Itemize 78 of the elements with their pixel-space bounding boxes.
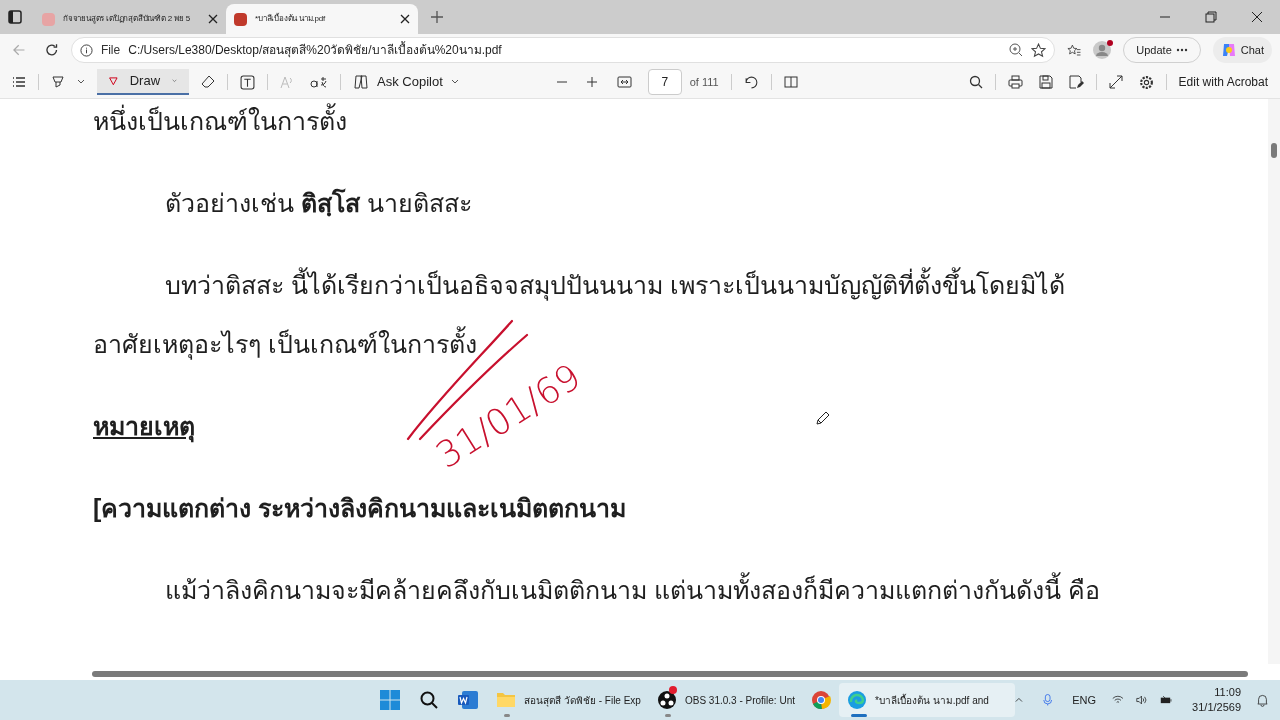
microphone-icon[interactable] [1042, 692, 1053, 708]
info-icon [79, 43, 93, 57]
ask-copilot-button[interactable]: Ask Copilot [353, 72, 459, 92]
highlighter-icon[interactable] [51, 75, 65, 89]
print-icon[interactable] [1007, 75, 1023, 89]
new-tab-icon[interactable] [430, 10, 444, 24]
wifi-icon[interactable] [1112, 694, 1124, 706]
caret-icon[interactable] [77, 78, 85, 86]
close-icon[interactable] [1251, 11, 1263, 23]
scrollbar-thumb[interactable] [92, 671, 1248, 677]
url-scheme: File [100, 42, 121, 59]
section-heading: หมายเหตุ [93, 406, 195, 446]
profile-icon[interactable] [1093, 41, 1112, 59]
chevron-up-icon[interactable] [1015, 695, 1023, 705]
clock-date[interactable]: 31/1/2569 [1192, 700, 1242, 715]
pen-icon [109, 74, 118, 88]
page-view-icon[interactable] [783, 76, 798, 88]
contents-icon[interactable] [12, 76, 26, 88]
rotate-icon[interactable] [743, 74, 759, 90]
browser-tab[interactable]: กัจจายนสูตร เตปิฏกสุตสีบัณฑิต 2 พย 5 [34, 4, 226, 34]
zoom-icon[interactable] [1008, 43, 1023, 57]
zoom-in-icon[interactable] [586, 77, 597, 87]
obs-icon [656, 690, 677, 710]
chat-button[interactable]: Chat [1212, 37, 1272, 63]
settings-icon[interactable] [1138, 74, 1154, 90]
battery-icon[interactable] [1159, 694, 1173, 706]
browser-tab[interactable]: *บาลีเบื้องต้น นาม.pdf [226, 4, 418, 34]
restore-icon[interactable] [1205, 11, 1217, 23]
page-count: of 111 [689, 74, 719, 90]
translate-icon[interactable] [310, 75, 328, 89]
pencil-cursor-icon [815, 410, 831, 426]
save-as-icon[interactable] [1068, 75, 1084, 89]
taskbar-app[interactable]: OBS 31.0.3 - Profile: Unt [648, 683, 803, 717]
save-icon[interactable] [1038, 75, 1053, 89]
close-tab-icon[interactable] [208, 14, 218, 24]
draw-button[interactable]: Draw [97, 69, 189, 95]
caret-icon [450, 78, 459, 86]
document-text: หนึ่งเป็นเกณฑ์ในการตั้ง [93, 101, 347, 141]
eraser-icon[interactable] [201, 75, 215, 89]
reload-icon[interactable] [45, 43, 59, 57]
pdf-file-icon [234, 12, 247, 26]
edge-icon [847, 690, 867, 710]
search-icon[interactable] [968, 75, 983, 89]
vertical-scrollbar[interactable] [1268, 99, 1280, 664]
edit-with-acrobat-button[interactable]: Edit with Acrobat [1178, 73, 1268, 91]
text-box-icon[interactable] [240, 74, 255, 90]
volume-icon[interactable] [1135, 694, 1148, 706]
document-text: ตัวอย่างเช่น ติสฺโส นายติสสะ [165, 187, 472, 219]
taskbar-app[interactable]: สอนสุตสี วัดพิชัย - File Exp [488, 683, 649, 717]
copilot-icon [353, 74, 369, 90]
start-icon[interactable] [380, 690, 401, 710]
document-text: บทว่าติสสะ นี้ได้เรียกว่าเป็นอธิจจสมุปปันนนาม เพราะเป็นนามบัญญัติที่ตั้งขึ้นโดยมิได้ [165, 265, 1065, 305]
favorites-icon[interactable] [1066, 42, 1082, 58]
close-tab-icon[interactable] [400, 14, 410, 24]
bell-icon[interactable] [1257, 692, 1268, 708]
address-field[interactable]: File C:/Users/Le380/Desktop/สอนสุตสี%20วัดพิชัย/บาลีเบื้องต้น%20นาม.pdf [70, 37, 1055, 63]
chrome-icon [811, 690, 831, 710]
page-number-field[interactable]: 7 [647, 69, 682, 95]
search-icon[interactable] [420, 691, 439, 709]
document-text: อาศัยเหตุอะไรๆ เป็นเกณฑ์ในการตั้ง [93, 324, 477, 364]
taskbar-app[interactable]: *บาลีเบื้องต้น นาม.pdf and [839, 683, 1015, 717]
star-icon[interactable] [1030, 42, 1046, 58]
section-heading: [ความแตกต่าง ระหว่างลิงคิกนามและเนมิตตกนาม [93, 493, 627, 524]
fullscreen-icon[interactable] [1108, 75, 1123, 89]
update-label: Update [1136, 42, 1172, 58]
caret-icon [172, 77, 177, 85]
folder-icon [496, 690, 517, 710]
copilot-icon [1220, 42, 1237, 58]
language-indicator[interactable]: ENG [1072, 691, 1097, 709]
document-text: แม้ว่าลิงคิกนามจะมีคล้ายคลึงกับเนมิตติกนาม แต่นามทั้งสองก็มีความแตกต่างกันดังนี้ คือ [165, 570, 1100, 610]
scrollbar-thumb[interactable] [1271, 143, 1277, 158]
pdf-file-icon [42, 12, 55, 26]
url-text: C:/Users/Le380/Desktop/สอนสุตสี%20วัดพิชัย/บาลีเบื้องต้น%20นาม.pdf [128, 41, 503, 59]
tab-actions-icon[interactable] [8, 10, 22, 24]
clock-time[interactable]: 11:09 [1214, 685, 1242, 700]
more-icon [1175, 48, 1188, 52]
word-icon[interactable] [458, 691, 479, 709]
fit-width-icon[interactable] [616, 76, 632, 88]
